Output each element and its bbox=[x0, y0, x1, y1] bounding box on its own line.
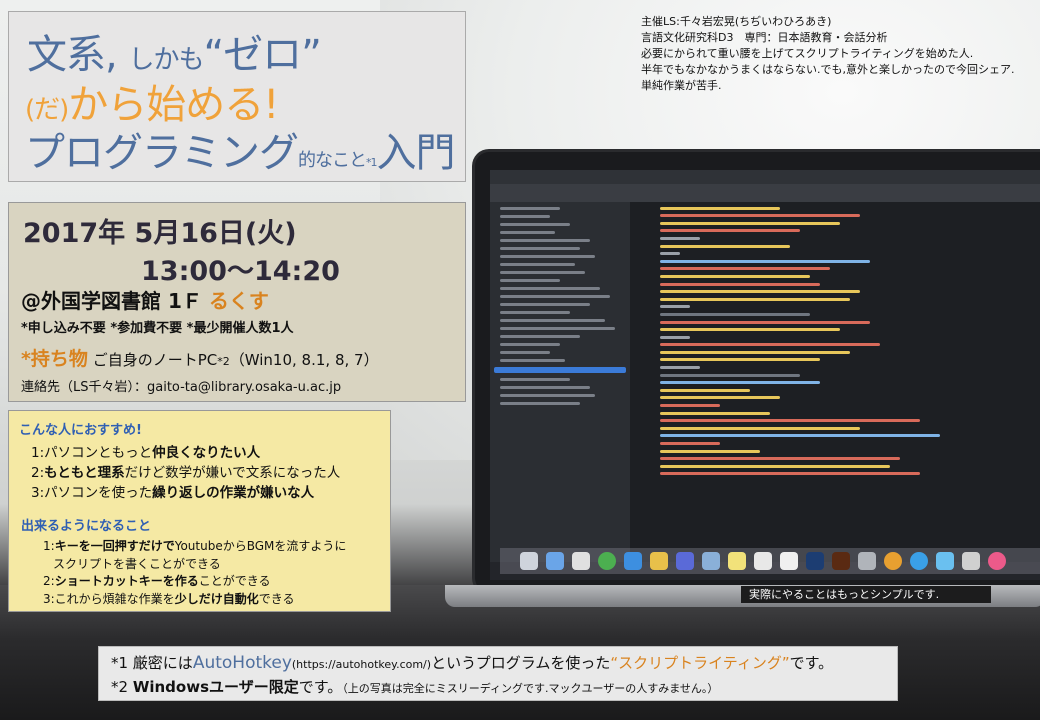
screen-file-tree bbox=[490, 202, 630, 562]
recommend-heading: こんな人におすすめ! bbox=[19, 423, 142, 438]
outcome-item-continued: スクリプトを書くことができる bbox=[53, 557, 221, 571]
screen-menubar bbox=[490, 170, 1040, 184]
recommendation-box: こんな人におすすめ! 1:パソコンともっと仲良くなりたい人 2:もともと理系だけ… bbox=[8, 410, 391, 612]
event-info-box: 2017年 5月16日(火) 13:00～14:20 @外国学図書館 1Ｆ るく… bbox=[8, 202, 466, 402]
recommend-item: 1:パソコンともっと仲良くなりたい人 bbox=[31, 445, 261, 461]
screen-code-editor bbox=[630, 202, 1040, 562]
recommend-item: 2:もともと理系だけど数学が嫌いで文系になった人 bbox=[31, 465, 341, 481]
photo-disclaimer: （上の写真は完全にミスリーディングです.マックユーザーの人すみません。） bbox=[342, 682, 719, 695]
outcomes-heading: 出来るようになること bbox=[21, 519, 152, 534]
recommend-item: 3:パソコンを使った繰り返しの作業が嫌いな人 bbox=[31, 485, 315, 501]
event-bring: *持ち物 ご自身のノートPC*2（Win10, 8.1, 8, 7） bbox=[21, 344, 379, 371]
footnote-1: *1 厳密にはAutoHotkey(https://autohotkey.com… bbox=[111, 653, 834, 673]
footnotes-box: *1 厳密にはAutoHotkey(https://autohotkey.com… bbox=[98, 646, 898, 701]
organizer-line: 主催LS:千々岩宏晃(ちぢいわひろあき) bbox=[641, 15, 832, 28]
bring-os-list: （Win10, 8.1, 8, 7） bbox=[229, 351, 379, 369]
autohotkey-url: (https://autohotkey.com/) bbox=[291, 658, 432, 671]
outcome-item: 3:これから煩雑な作業を少しだけ自動化できる bbox=[43, 592, 295, 606]
windows-only: Windowsユーザー限定 bbox=[132, 678, 299, 696]
event-contact: 連絡先（LS千々岩）：gaito-ta@library.osaka-u.ac.j… bbox=[21, 380, 342, 395]
title-nyumon: 入門 bbox=[376, 130, 456, 176]
laptop-screen bbox=[490, 170, 1040, 580]
bring-footnote-mark: *2 bbox=[217, 355, 230, 368]
outcome-item: 2:ショートカットキーを作ることができる bbox=[43, 574, 271, 588]
bring-label: *持ち物 bbox=[21, 348, 88, 370]
title-programming: プログラミング bbox=[25, 130, 299, 176]
organizer-info: 主催LS:千々岩宏晃(ちぢいわひろあき) 言語文化研究科D3 専門：日本語教育・… bbox=[641, 14, 1015, 94]
autohotkey-name: AutoHotkey bbox=[192, 653, 292, 673]
footnote-2: *2 Windowsユーザー限定です。（上の写真は完全にミスリーディングです.マ… bbox=[111, 678, 719, 696]
photo-caption: 実際にやることはもっとシンプルです. bbox=[741, 586, 991, 603]
title-box: 文系, しかも“ゼロ” (だ)から始める! プログラミング的なこと*1入門 bbox=[8, 11, 466, 182]
title-shikamo: しかも bbox=[128, 45, 204, 75]
title-tekinakoto: 的なこと bbox=[298, 150, 367, 171]
event-time: 13:00～14:20 bbox=[141, 256, 340, 287]
title-line-3: プログラミング的なこと*1入門 bbox=[25, 120, 456, 178]
title-footnote-mark: *1 bbox=[366, 156, 377, 169]
event-date: 2017年 5月16日(火) bbox=[23, 218, 297, 249]
organizer-line: 必要にかられて重い腰を上げてスクリプトライティングを始めた人. bbox=[641, 47, 974, 60]
organizer-line: 単純作業が苦手. bbox=[641, 79, 722, 92]
venue-name: @外国学図書館 1Ｆ bbox=[21, 289, 202, 313]
outcome-item: 1:キーを一回押すだけでYoutubeからBGMを流すように bbox=[43, 539, 347, 553]
bring-item: ご自身のノートPC bbox=[92, 351, 218, 369]
screen-toolbar bbox=[490, 184, 1040, 202]
venue-room: るくす bbox=[208, 289, 269, 313]
organizer-line: 言語文化研究科D3 専門：日本語教育・会話分析 bbox=[641, 31, 888, 44]
organizer-line: 半年でもなかなかうまくはならない.でも,意外と楽しかったので今回シェア. bbox=[641, 63, 1015, 76]
event-venue: @外国学図書館 1Ｆ るくす bbox=[21, 285, 269, 314]
event-notes: *申し込み不要 *参加費不要 *最少開催人数1人 bbox=[21, 321, 294, 336]
script-writing-term: “スクリプトライティング” bbox=[610, 654, 790, 672]
